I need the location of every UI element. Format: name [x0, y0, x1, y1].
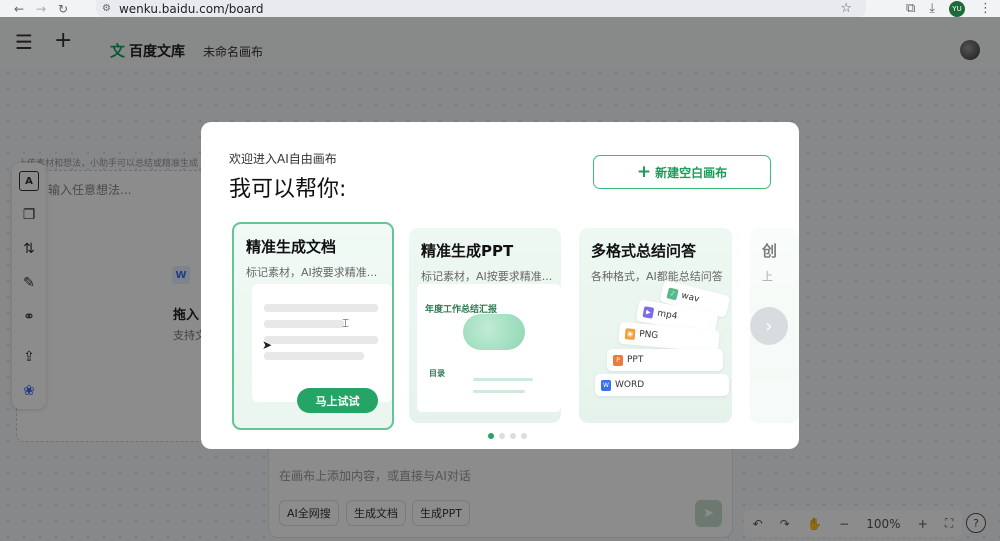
mouse-pointer-icon: ➤ — [262, 338, 273, 352]
doc-preview: ⌶ — [252, 284, 392, 402]
card-generate-ppt[interactable]: 精准生成PPT 标记素材，AI按要求精准... 年度工作总结汇报 目录 — [409, 228, 561, 423]
page-dot[interactable] — [499, 433, 505, 439]
browser-actions: ⧉ ⤓ YU ⋮ — [906, 0, 992, 17]
try-now-button[interactable]: 马上试试 — [297, 388, 378, 413]
card-subtitle: 标记素材，AI按要求精准... — [246, 266, 378, 279]
card-multi-format[interactable]: 多格式总结问答 各种格式，AI都能总结问答 ♪ wav ▶ mp4 ▣ PNG … — [579, 228, 732, 423]
format-item-ppt: P PPT — [607, 349, 723, 371]
format-label: mp4 — [656, 308, 679, 322]
new-blank-canvas-button[interactable]: + 新建空白画布 — [593, 155, 771, 189]
back-icon[interactable]: ← — [8, 0, 30, 17]
format-label: PNG — [638, 329, 659, 342]
download-icon[interactable]: ⤓ — [929, 1, 935, 16]
modal-welcome-text: 欢迎进入AI自由画布 — [229, 152, 337, 166]
ppt-file-icon: P — [613, 354, 623, 366]
carousel-next-button[interactable]: › — [750, 307, 788, 345]
doc-line — [264, 304, 378, 312]
ppt-preview: 年度工作总结汇报 目录 — [417, 284, 561, 412]
video-file-icon: ▶ — [642, 305, 655, 319]
new-blank-canvas-label: 新建空白画布 — [655, 165, 728, 180]
audio-file-icon: ♪ — [666, 286, 679, 300]
page-dot[interactable] — [521, 433, 527, 439]
site-info-icon[interactable]: ⚙ — [102, 3, 111, 14]
forward-icon[interactable]: → — [30, 0, 52, 17]
browser-menu-icon[interactable]: ⋮ — [979, 1, 992, 16]
doc-line — [264, 320, 344, 328]
card-subtitle: 上 — [762, 270, 773, 283]
reload-icon[interactable]: ↻ — [52, 0, 74, 17]
profile-avatar[interactable]: YU — [949, 0, 965, 17]
text-cursor-icon: ⌶ — [342, 316, 350, 330]
card-title: 精准生成PPT — [421, 242, 514, 260]
format-item-word: W WORD — [595, 374, 729, 396]
card-subtitle: 各种格式，AI都能总结问答 — [591, 270, 723, 283]
ppt-toc-line — [473, 378, 533, 381]
address-bar[interactable]: ⚙ wenku.baidu.com/board ☆ — [96, 0, 866, 17]
card-generate-doc[interactable]: 精准生成文档 标记素材，AI按要求精准... ⌶ ➤ 马上试试 — [232, 222, 394, 430]
plus-icon: + — [636, 162, 652, 182]
modal-heading: 我可以帮你: — [229, 177, 347, 202]
ppt-decoration — [463, 314, 525, 350]
image-file-icon: ▣ — [624, 327, 636, 340]
carousel-pagination — [488, 433, 527, 439]
format-label: wav — [680, 290, 701, 305]
doc-line — [264, 352, 364, 360]
card-title: 精准生成文档 — [246, 238, 337, 256]
url-text: wenku.baidu.com/board — [118, 1, 264, 16]
ppt-toc-label: 目录 — [429, 369, 445, 378]
doc-line — [264, 336, 378, 344]
format-label: WORD — [615, 380, 645, 390]
ppt-toc-line — [473, 390, 525, 393]
card-subtitle: 标记素材，AI按要求精准... — [421, 270, 553, 283]
welcome-modal: 欢迎进入AI自由画布 我可以帮你: + 新建空白画布 精准生成文档 标记素材，A… — [201, 122, 799, 449]
page-dot-active[interactable] — [488, 433, 494, 439]
bookmark-star-icon[interactable]: ☆ — [840, 1, 852, 16]
card-title: 创 — [762, 242, 778, 260]
page-dot[interactable] — [510, 433, 516, 439]
extensions-icon[interactable]: ⧉ — [906, 1, 915, 16]
word-file-icon: W — [601, 379, 611, 391]
card-title: 多格式总结问答 — [591, 242, 697, 260]
format-label: PPT — [627, 355, 644, 365]
